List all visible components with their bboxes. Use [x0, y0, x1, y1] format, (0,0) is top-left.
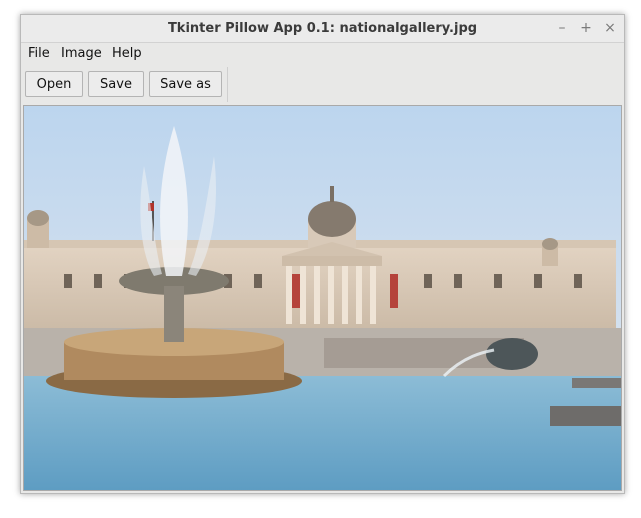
banner-left	[292, 274, 300, 308]
dome	[308, 201, 356, 237]
maximize-button[interactable]: +	[577, 15, 595, 42]
app-window: Tkinter Pillow App 0.1: nationalgallery.…	[20, 14, 625, 494]
toolbar: Open Save Save as	[21, 67, 228, 102]
title-bar[interactable]: Tkinter Pillow App 0.1: nationalgallery.…	[21, 15, 624, 43]
save-button[interactable]: Save	[88, 71, 144, 97]
window-title: Tkinter Pillow App 0.1: nationalgallery.…	[167, 21, 478, 36]
basin-edge	[550, 406, 621, 426]
sculpture	[486, 338, 538, 370]
minimize-button[interactable]: –	[553, 15, 571, 42]
menu-file[interactable]: File	[28, 43, 50, 65]
open-button[interactable]: Open	[25, 71, 83, 97]
image-canvas[interactable]	[23, 105, 622, 491]
close-button[interactable]: ×	[601, 15, 619, 42]
banner-right	[390, 274, 398, 308]
photo-national-gallery	[24, 106, 621, 490]
save-as-button[interactable]: Save as	[149, 71, 222, 97]
menu-help[interactable]: Help	[112, 43, 142, 65]
menu-image[interactable]: Image	[61, 43, 102, 65]
menu-bar: File Image Help	[21, 43, 624, 65]
